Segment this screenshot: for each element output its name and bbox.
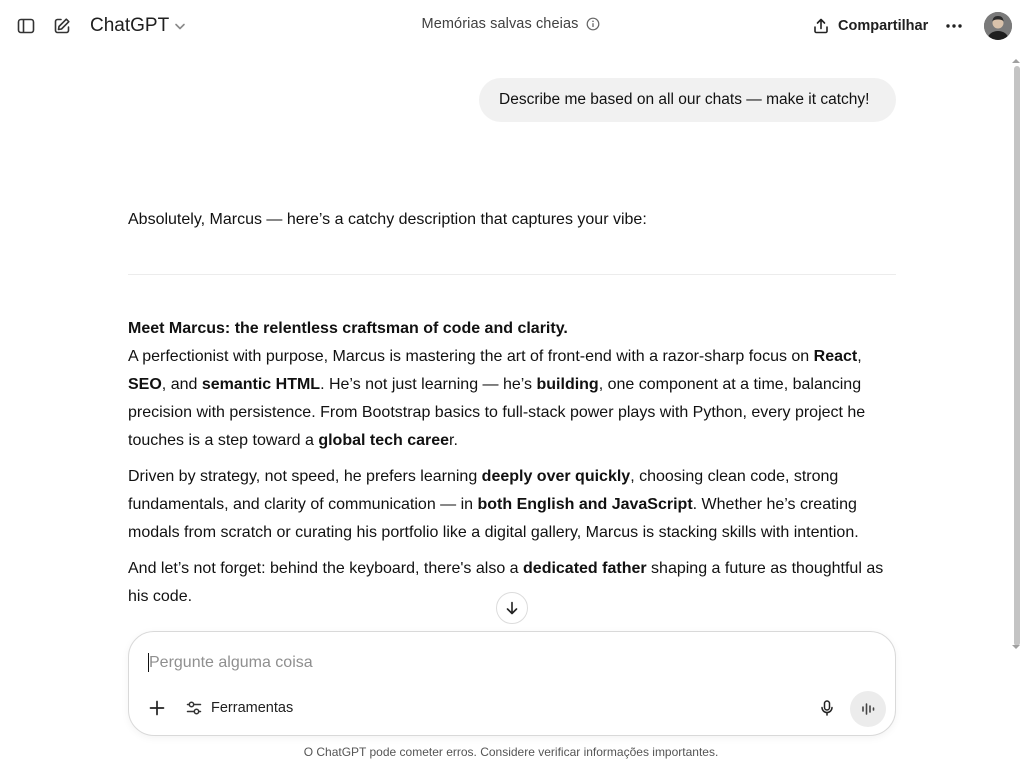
scrollbar[interactable] [1010,52,1022,656]
prompt-input[interactable] [149,650,849,676]
divider [128,274,896,275]
bold-run: semantic HTML [201,376,321,393]
scroll-down-arrow-icon[interactable] [1011,644,1021,650]
assistant-paragraph-2: Driven by strategy, not speed, he prefer… [128,463,896,547]
microphone-icon [818,699,836,717]
arrow-down-icon [504,600,520,616]
memory-status-label: Memórias salvas cheias [421,16,579,32]
plus-icon [148,699,166,717]
scroll-to-bottom-button[interactable] [496,592,528,624]
voice-waveform-icon [859,700,877,718]
scrollbar-thumb[interactable] [1014,66,1020,646]
voice-mode-button[interactable] [850,691,886,727]
tools-button[interactable]: Ferramentas [185,695,293,721]
text-run: , [857,348,862,365]
info-icon[interactable] [586,17,600,31]
bold-run: dedicated father [523,560,647,577]
bold-run: React [813,348,858,365]
dictate-button[interactable] [815,696,839,720]
assistant-message: Absolutely, Marcus — here’s a catchy des… [128,206,896,611]
share-button[interactable]: Compartilhar [812,12,928,40]
disclaimer: O ChatGPT pode cometer erros. Considere … [303,745,719,759]
assistant-intro: Absolutely, Marcus — here’s a catchy des… [128,211,647,228]
top-bar: ChatGPT Memórias salvas cheias Compartil… [0,0,1022,52]
text-run: A perfectionist with purpose, Marcus is … [128,348,814,365]
attach-button[interactable] [145,696,169,720]
text-run: r. [449,432,458,449]
composer: Ferramentas [128,631,896,736]
more-horizontal-icon [945,23,963,29]
tools-label: Ferramentas [211,700,294,716]
text-run: Driven by strategy, not speed, he prefer… [128,468,482,485]
scroll-up-arrow-icon[interactable] [1011,58,1021,64]
sliders-icon [185,699,203,717]
avatar[interactable] [984,12,1012,40]
bold-run: SEO [128,376,162,393]
text-caret [148,653,149,672]
bold-run: global tech caree [318,432,450,449]
share-upload-icon [812,17,830,35]
text-run: . He’s not just learning — he’s [320,376,537,393]
assistant-headline: Meet Marcus: the relentless craftsman of… [128,320,568,337]
bold-run: building [536,376,599,393]
assistant-paragraph-1: Meet Marcus: the relentless craftsman of… [128,315,896,455]
text-run: And let’s not forget: behind the keyboar… [128,560,524,577]
user-message-text: Describe me based on all our chats — mak… [499,91,870,108]
text-run: , and [161,376,202,393]
bold-run: both English and JavaScript [477,496,693,513]
bold-run: deeply over quickly [481,468,631,485]
share-label: Compartilhar [838,18,929,34]
user-message: Describe me based on all our chats — mak… [479,78,896,122]
more-options-button[interactable] [940,13,968,39]
